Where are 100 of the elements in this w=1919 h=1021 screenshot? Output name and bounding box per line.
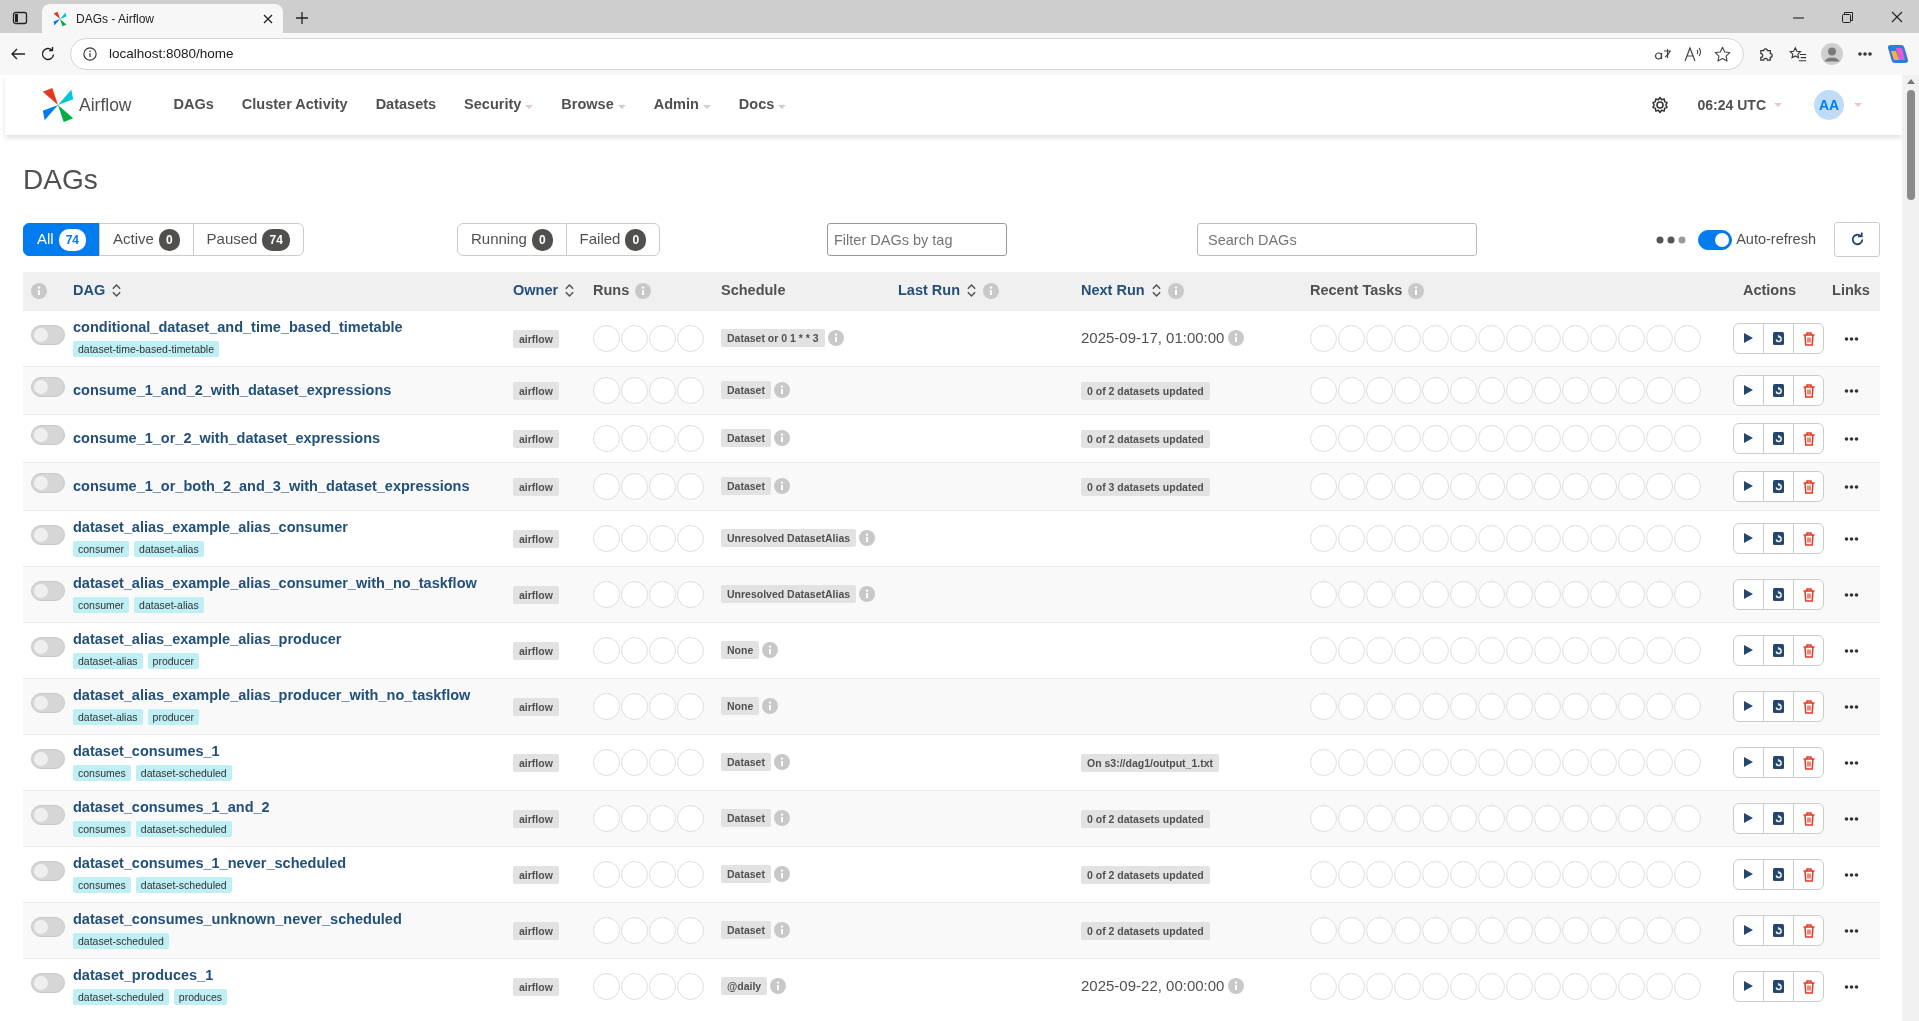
search-field[interactable]: Search DAGs bbox=[1197, 223, 1477, 256]
delete-button[interactable] bbox=[1793, 914, 1824, 946]
tag[interactable]: consumes bbox=[73, 821, 131, 837]
tag[interactable]: dataset-alias bbox=[73, 709, 143, 725]
nav-link[interactable]: Browse bbox=[547, 94, 640, 116]
toggle-switch[interactable] bbox=[31, 973, 65, 994]
reparse-button[interactable] bbox=[1763, 578, 1794, 610]
reload-icon[interactable] bbox=[40, 46, 56, 62]
back-icon[interactable] bbox=[10, 46, 26, 62]
close-icon[interactable] bbox=[1891, 11, 1903, 23]
tag[interactable]: consumer bbox=[73, 541, 130, 557]
brand-name[interactable]: Airflow bbox=[79, 91, 132, 119]
trigger-button[interactable] bbox=[1733, 858, 1764, 890]
dag-link[interactable]: dataset_alias_example_alias_producer bbox=[73, 630, 342, 648]
toggle-switch[interactable] bbox=[31, 425, 65, 445]
sort-icon[interactable] bbox=[111, 283, 123, 299]
filter-tab[interactable]: Active 0 bbox=[99, 223, 194, 256]
browser-tab[interactable]: DAGs - Airflow bbox=[42, 4, 283, 33]
reparse-button[interactable] bbox=[1763, 914, 1794, 946]
tag[interactable]: dataset-scheduled bbox=[135, 765, 232, 781]
toggle-switch[interactable] bbox=[1698, 229, 1733, 250]
delete-button[interactable] bbox=[1793, 690, 1824, 722]
more-icon[interactable] bbox=[1843, 648, 1859, 653]
owner-badge[interactable]: airflow bbox=[513, 865, 559, 884]
dag-link[interactable]: dataset_alias_example_alias_consumer_with_no_taskflow bbox=[73, 574, 477, 592]
reparse-button[interactable] bbox=[1763, 470, 1794, 502]
settings-icon[interactable] bbox=[1649, 95, 1670, 115]
dag-link[interactable]: dataset_alias_example_alias_consumer bbox=[73, 518, 348, 536]
scrollbar-thumb[interactable] bbox=[1906, 90, 1915, 200]
delete-button[interactable] bbox=[1793, 970, 1824, 1002]
dag-link[interactable]: consume_1_or_2_with_dataset_expressions bbox=[73, 428, 381, 447]
delete-button[interactable] bbox=[1793, 578, 1824, 610]
delete-button[interactable] bbox=[1793, 470, 1824, 502]
tag[interactable]: dataset-scheduled bbox=[73, 989, 169, 1006]
filter-button[interactable]: Failed 0 bbox=[565, 223, 661, 256]
dag-link[interactable]: dataset_alias_example_alias_producer_with_no_taskflow bbox=[73, 686, 471, 704]
tag[interactable]: produces bbox=[173, 989, 227, 1006]
toggle-switch[interactable] bbox=[31, 861, 65, 881]
filter-tab[interactable]: All 74 bbox=[23, 223, 101, 256]
sidebar-icon[interactable] bbox=[12, 10, 28, 26]
column-header[interactable]: DAG bbox=[73, 279, 106, 302]
trigger-button[interactable] bbox=[1733, 522, 1764, 554]
nav-link[interactable]: Docs bbox=[724, 94, 801, 116]
trigger-button[interactable] bbox=[1733, 374, 1764, 406]
tag[interactable]: dataset-alias bbox=[134, 597, 204, 613]
time-menu[interactable]: 06:24 UTC bbox=[1697, 94, 1782, 116]
scroll-up-icon[interactable] bbox=[1906, 79, 1915, 84]
dag-link[interactable]: dataset_consumes_1_and_2 bbox=[73, 798, 270, 816]
owner-badge[interactable]: airflow bbox=[513, 697, 559, 716]
sort-icon[interactable] bbox=[564, 283, 576, 299]
star-icon[interactable] bbox=[1714, 45, 1731, 63]
more-icon[interactable] bbox=[1843, 336, 1859, 341]
reparse-button[interactable] bbox=[1763, 858, 1794, 890]
toggle-switch[interactable] bbox=[31, 581, 65, 601]
reparse-button[interactable] bbox=[1763, 746, 1794, 778]
owner-badge[interactable]: airflow bbox=[513, 753, 559, 772]
tag[interactable]: dataset-time-based-timetable bbox=[73, 341, 219, 357]
profile-icon[interactable] bbox=[1821, 43, 1843, 65]
dag-link[interactable]: dataset_consumes_unknown_never_scheduled bbox=[73, 910, 402, 928]
toggle-switch[interactable] bbox=[31, 377, 65, 397]
toggle-switch[interactable] bbox=[31, 917, 65, 937]
owner-badge[interactable]: airflow bbox=[513, 477, 559, 496]
filter-button[interactable]: Running 0 bbox=[457, 223, 567, 256]
toggle-switch[interactable] bbox=[31, 693, 65, 713]
more-icon[interactable] bbox=[1843, 816, 1859, 821]
more-icon[interactable] bbox=[1843, 592, 1859, 597]
more-icon[interactable] bbox=[1843, 436, 1859, 441]
trigger-button[interactable] bbox=[1733, 634, 1764, 666]
column-header[interactable]: Owner bbox=[513, 279, 559, 302]
info-icon[interactable] bbox=[83, 47, 97, 61]
more-icon[interactable] bbox=[1843, 704, 1859, 709]
tag[interactable]: consumes bbox=[73, 877, 131, 893]
translate-icon[interactable] bbox=[1654, 46, 1672, 62]
reparse-button[interactable] bbox=[1763, 322, 1794, 354]
tag[interactable]: dataset-scheduled bbox=[135, 877, 232, 893]
delete-button[interactable] bbox=[1793, 858, 1824, 890]
dag-link[interactable]: conditional_dataset_and_time_based_timetable bbox=[73, 318, 403, 336]
tag[interactable]: producer bbox=[147, 653, 199, 669]
column-header[interactable]: Last Run bbox=[898, 279, 961, 302]
toggle-switch[interactable] bbox=[31, 749, 65, 769]
restore-icon[interactable] bbox=[1842, 11, 1853, 23]
tag-filter-field[interactable]: Filter DAGs by tag bbox=[827, 223, 1007, 256]
filter-tab[interactable]: Paused 74 bbox=[192, 223, 304, 256]
more-icon[interactable] bbox=[1843, 484, 1859, 489]
nav-link[interactable]: Admin bbox=[639, 94, 725, 116]
more-icon[interactable] bbox=[1843, 388, 1859, 393]
more-icon[interactable] bbox=[1843, 536, 1859, 541]
trigger-button[interactable] bbox=[1733, 970, 1764, 1002]
tag[interactable]: producer bbox=[147, 709, 199, 725]
trigger-button[interactable] bbox=[1733, 690, 1764, 722]
more-icon[interactable] bbox=[1843, 928, 1859, 933]
dag-link[interactable]: dataset_produces_1 bbox=[73, 966, 214, 985]
toggle-switch[interactable] bbox=[31, 325, 65, 345]
owner-badge[interactable]: airflow bbox=[513, 529, 559, 548]
delete-button[interactable] bbox=[1793, 322, 1824, 354]
trigger-button[interactable] bbox=[1733, 422, 1764, 454]
reparse-button[interactable] bbox=[1763, 970, 1794, 1002]
reparse-button[interactable] bbox=[1763, 522, 1794, 554]
new-tab-icon[interactable] bbox=[295, 11, 309, 25]
owner-badge[interactable]: airflow bbox=[513, 921, 559, 940]
